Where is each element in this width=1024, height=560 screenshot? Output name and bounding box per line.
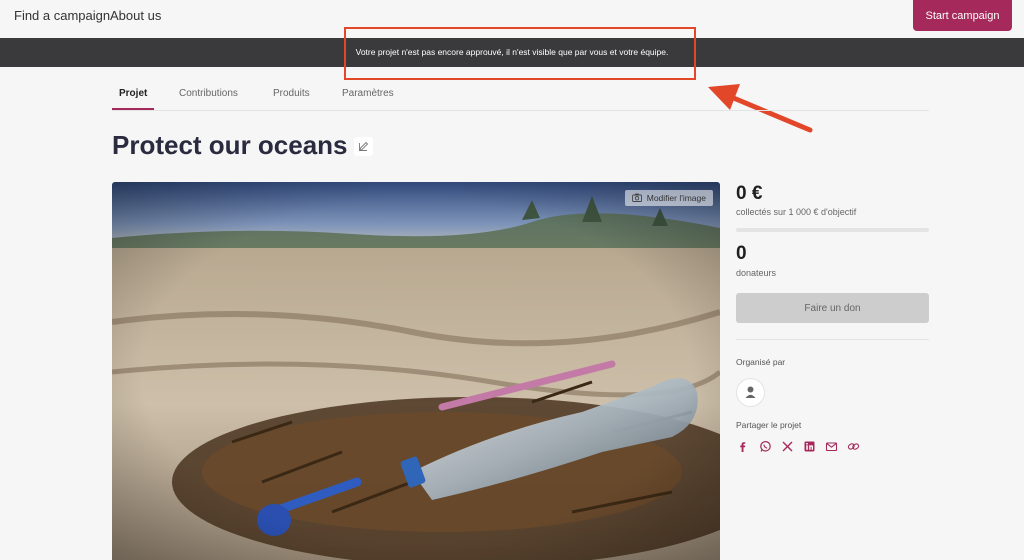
donors-count: 0 (736, 243, 747, 264)
project-tabs: Projet Contributions Produits Paramètres (112, 84, 929, 111)
x-icon[interactable] (781, 440, 794, 453)
amount-raised: 0 € (736, 183, 763, 204)
organizer-avatar[interactable] (736, 378, 765, 407)
top-navigation: Find a campaign About us Start campaign (0, 0, 1024, 38)
organized-by-label: Organisé par (736, 357, 786, 367)
approval-notice-banner: Votre projet n'est pas encore approuvé, … (0, 38, 1024, 67)
user-icon (745, 386, 756, 398)
goal-text: collectés sur 1 000 € d'objectif (736, 207, 857, 217)
modify-image-button[interactable]: Modifier l'image (624, 190, 713, 206)
beach-plastic-bottle-image (112, 182, 720, 560)
donors-label: donateurs (736, 268, 777, 278)
edit-title-button[interactable] (354, 137, 373, 156)
page-title: Protect our oceans (112, 130, 348, 160)
tab-produits[interactable]: Produits (273, 88, 310, 99)
start-campaign-button[interactable]: Start campaign (913, 0, 1012, 31)
share-project-label: Partager le projet (736, 420, 802, 430)
tab-contributions[interactable]: Contributions (179, 88, 238, 99)
link-icon[interactable] (847, 440, 860, 453)
donate-button[interactable]: Faire un don (736, 293, 929, 323)
linkedin-icon[interactable] (803, 440, 816, 453)
nav-link-find-campaign[interactable]: Find a campaign (14, 8, 110, 23)
whatsapp-icon[interactable] (759, 440, 772, 453)
pencil-icon (359, 141, 369, 151)
sidebar-divider (736, 339, 929, 340)
tab-projet[interactable]: Projet (119, 88, 147, 99)
nav-link-about-us[interactable]: About us (110, 8, 161, 23)
funding-progress-bar (736, 228, 929, 232)
active-tab-indicator (112, 108, 154, 110)
project-cover-image: Modifier l'image (112, 182, 720, 560)
facebook-icon[interactable] (736, 440, 749, 453)
tab-parametres[interactable]: Paramètres (342, 88, 394, 99)
modify-image-label: Modifier l'image (646, 193, 706, 203)
mail-icon[interactable] (825, 440, 838, 453)
approval-notice-text: Votre projet n'est pas encore approuvé, … (355, 47, 669, 57)
camera-icon (631, 193, 642, 202)
